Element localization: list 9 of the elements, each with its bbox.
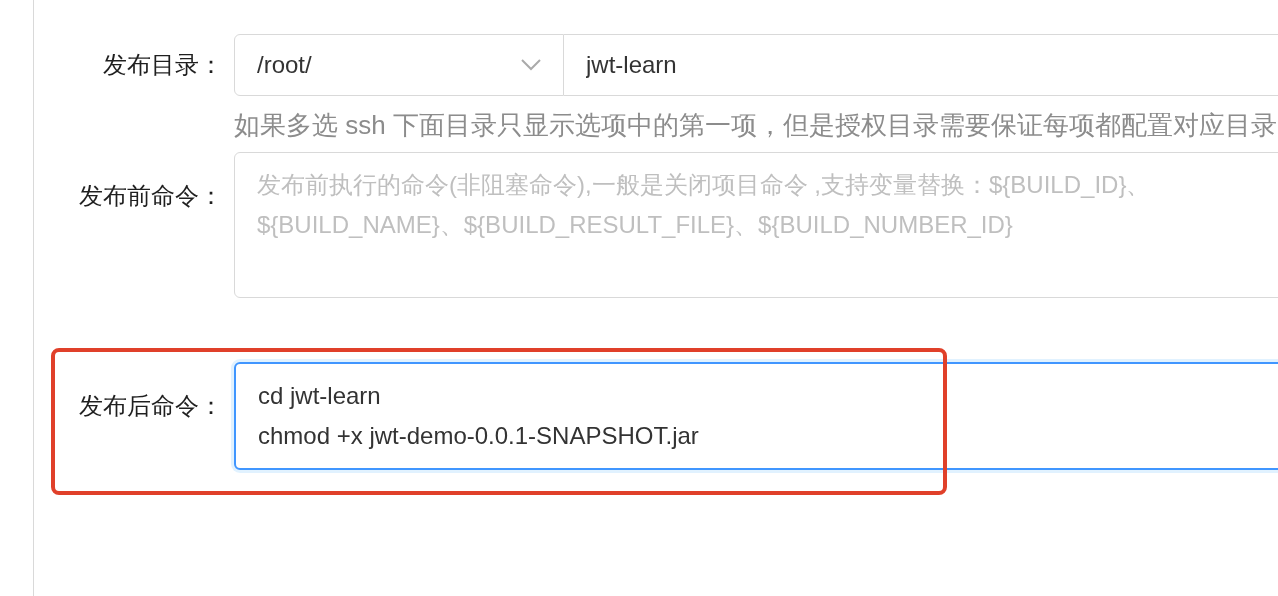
chevron-down-icon	[521, 59, 541, 71]
command-field[interactable]: cd jwt-learn chmod +x jwt-demo-0.0.1-SNAPSHOT.jar	[234, 362, 1278, 470]
command-field[interactable]: 发布前执行的命令(非阻塞命令),一般是关闭项目命令 ,支持变量替换：${BUILD_ID}、${BUILD_NAME}、${BUILD_RESULT_FILE}、${BUILD_NUMBER_ID}	[234, 152, 1278, 298]
field-label: 发布目录：	[102, 50, 223, 80]
hint-text: 如果多选 ssh 下面目录只显示选项中的第一项，但是授权目录需要保证每项都配置对应目录	[234, 109, 1278, 142]
field-label: 发布后命令：	[78, 391, 223, 421]
field-label: 发布前命令：	[78, 181, 223, 211]
directory-input[interactable]: jwt-learn	[564, 34, 1278, 96]
directory-select[interactable]: /root/	[234, 34, 564, 96]
